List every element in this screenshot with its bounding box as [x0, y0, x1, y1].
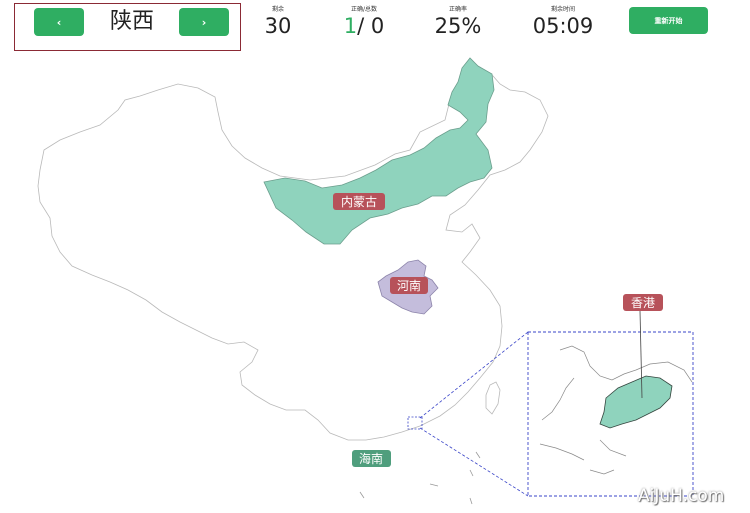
- stat-accuracy-value: 25%: [434, 14, 482, 38]
- label-hongkong: 香港: [623, 294, 663, 311]
- stat-time: 剩余时间 05:09: [530, 6, 596, 38]
- hongkong-locator-box: [407, 416, 423, 430]
- china-map: 内蒙古 河南 香港 海南: [37, 57, 694, 505]
- inset-connector-top: [419, 331, 529, 419]
- province-inner-mongolia[interactable]: [263, 57, 495, 245]
- stat-correct-total: 正确/总数 1/ 0: [338, 6, 390, 38]
- current-province-title: 陕西: [109, 9, 154, 34]
- province-navigator: ‹ 陕西 ›: [14, 3, 241, 51]
- stat-time-value: 05:09: [532, 14, 594, 38]
- stat-remaining: 剩余 30: [258, 6, 298, 38]
- stat-correct-total-value: 1/ 0: [338, 14, 390, 38]
- stat-correct-total-label: 正确/总数: [350, 6, 378, 13]
- stat-accuracy: 正确率 25%: [432, 6, 484, 38]
- svg-text:香港: 香港: [631, 296, 655, 310]
- stat-remaining-label: 剩余: [271, 6, 284, 13]
- stat-accuracy-label: 正确率: [448, 6, 467, 13]
- svg-text:内蒙古: 内蒙古: [341, 194, 377, 209]
- stat-time-label: 剩余时间: [550, 6, 575, 13]
- svg-text:海南: 海南: [359, 451, 383, 466]
- stat-total-value: / 0: [357, 14, 385, 38]
- label-hainan: 海南: [352, 450, 391, 467]
- restart-button[interactable]: 重新开始: [629, 7, 708, 34]
- next-province-button[interactable]: ›: [179, 8, 229, 36]
- label-henan: 河南: [390, 277, 428, 294]
- label-inner-mongolia: 内蒙古: [333, 193, 385, 210]
- taiwan-outline: [485, 381, 501, 415]
- stat-remaining-value: 30: [264, 14, 292, 38]
- watermark: AiJuH.com: [638, 486, 725, 506]
- stat-correct-value: 1: [343, 14, 358, 38]
- previous-province-button[interactable]: ‹: [34, 8, 84, 36]
- svg-text:河南: 河南: [397, 278, 421, 293]
- map-quiz-page: 内蒙古 河南 香港 海南 ‹ 陕西 › 剩余 30 正确/总数 1/ 0 正确率…: [0, 0, 750, 513]
